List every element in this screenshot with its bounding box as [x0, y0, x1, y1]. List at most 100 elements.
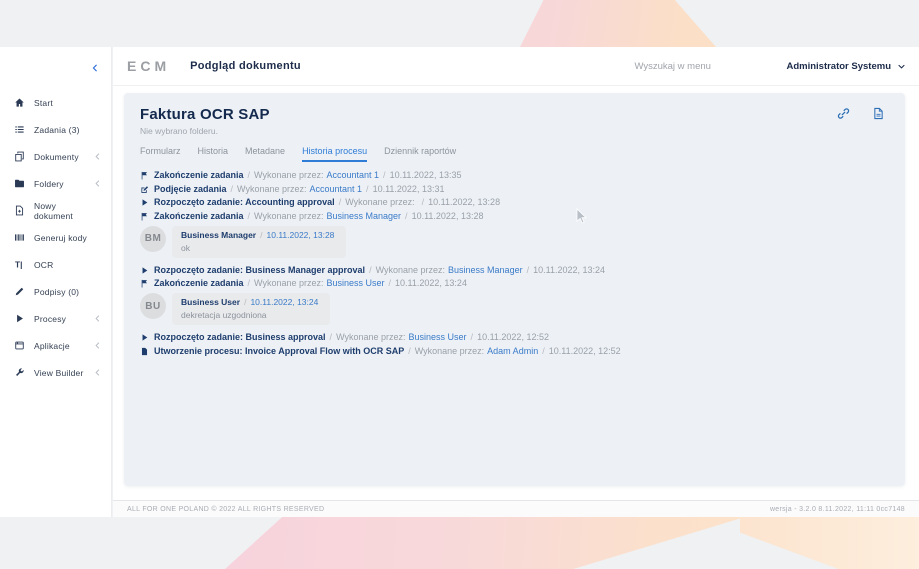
sidebar-item-podpisy[interactable]: Podpisy (0)	[0, 278, 111, 305]
performed-by-label: Wykonane przez:	[376, 266, 445, 275]
event-timestamp: 10.11.2022, 13:28	[412, 212, 484, 221]
event-timestamp: 10.11.2022, 13:31	[373, 185, 445, 194]
chevron-left-icon	[93, 314, 102, 323]
performed-by-label: Wykonane przez:	[254, 171, 323, 180]
tab-dziennik-raportow[interactable]: Dziennik raportów	[384, 146, 456, 162]
user-link[interactable]: Accountant 1	[310, 185, 363, 194]
main-content: Faktura OCR SAP Nie wybrano folderu. For…	[113, 86, 919, 517]
performed-by-label: Wykonane przez:	[237, 185, 306, 194]
event-timestamp: 10.11.2022, 12:52	[477, 333, 549, 342]
performed-by-label: Wykonane przez:	[336, 333, 405, 342]
comment-author: Business Manager	[181, 230, 256, 240]
comment-bubble: Business User / 10.11.2022, 13:24 dekret…	[172, 293, 330, 325]
document-tabs: Formularz Historia Metadane Historia pro…	[140, 146, 889, 162]
timeline-event: Rozpoczęto zadanie: Business approval / …	[140, 333, 889, 342]
comment-text: ok	[181, 243, 334, 253]
sidebar-item-procesy[interactable]: Procesy	[0, 305, 111, 332]
processes-icon	[14, 313, 25, 324]
sidebar-nav: Start Zadania (3) Dokumenty Foldery Nowy…	[0, 47, 111, 386]
performed-by-label: Wykonane przez:	[415, 347, 484, 356]
chevron-left-icon	[93, 179, 102, 188]
sidebar-item-foldery[interactable]: Foldery	[0, 170, 111, 197]
play-icon	[140, 198, 149, 207]
comment-author: Business User	[181, 297, 240, 307]
sidebar-item-aplikacje[interactable]: Aplikacje	[0, 332, 111, 359]
performed-by-label: Wykonane przez:	[254, 212, 323, 221]
link-icon[interactable]	[837, 107, 850, 120]
event-timestamp: 10.11.2022, 13:35	[390, 171, 462, 180]
document-card: Faktura OCR SAP Nie wybrano folderu. For…	[124, 93, 905, 486]
decorative-shape-bottom-peach	[740, 517, 919, 569]
user-link[interactable]: Business User	[409, 333, 467, 342]
avatar: BU	[140, 293, 166, 319]
document-title: Faktura OCR SAP	[140, 106, 889, 123]
play-icon	[140, 333, 149, 342]
footer: ALL FOR ONE POLAND © 2022 ALL RIGHTS RES…	[113, 500, 919, 517]
home-icon	[14, 97, 25, 108]
process-history-timeline: Zakończenie zadania / Wykonane przez: Ac…	[140, 171, 889, 356]
flag-icon	[140, 212, 149, 221]
edit-icon	[140, 185, 149, 194]
tab-formularz[interactable]: Formularz	[140, 146, 181, 162]
timeline-event: Rozpoczęto zadanie: Business Manager app…	[140, 266, 889, 275]
tasks-icon	[14, 124, 25, 135]
file-preview-icon[interactable]	[872, 107, 885, 120]
sidebar-collapse-button[interactable]	[90, 60, 102, 72]
chevron-left-icon	[93, 152, 102, 161]
top-header: ECM Podgląd dokumentu Administrator Syst…	[113, 47, 919, 86]
document-subtitle: Nie wybrano folderu.	[140, 126, 889, 136]
footer-version: wersja - 3.2.0 8.11.2022, 11:11 0cc7148	[770, 506, 905, 513]
timeline-event: Zakończenie zadania / Wykonane przez: Bu…	[140, 279, 889, 288]
comment-bubble: Business Manager / 10.11.2022, 13:28 ok	[172, 226, 346, 258]
timeline-event: Podjęcie zadania / Wykonane przez: Accou…	[140, 185, 889, 194]
user-link[interactable]: Business User	[327, 279, 385, 288]
footer-copyright: ALL FOR ONE POLAND © 2022 ALL RIGHTS RES…	[127, 506, 324, 513]
sidebar-item-ocr[interactable]: T| OCR	[0, 251, 111, 278]
timeline-event: Rozpoczęto zadanie: Accounting approval …	[140, 198, 889, 207]
decorative-triangle-top	[520, 0, 716, 47]
comment-timestamp: 10.11.2022, 13:28	[267, 230, 335, 240]
sidebar-item-view-builder[interactable]: View Builder	[0, 359, 111, 386]
chevron-left-icon	[93, 368, 102, 377]
flag-icon	[140, 279, 149, 288]
folder-icon	[14, 178, 25, 189]
comment-text: dekretacja uzgodniona	[181, 310, 318, 320]
app-root: Start Zadania (3) Dokumenty Foldery Nowy…	[0, 0, 919, 569]
user-link[interactable]: Accountant 1	[327, 171, 380, 180]
tab-historia-procesu[interactable]: Historia procesu	[302, 146, 367, 162]
user-link[interactable]: Adam Admin	[487, 347, 538, 356]
flag-icon	[140, 171, 149, 180]
user-link[interactable]: Business Manager	[327, 212, 402, 221]
sidebar-item-start[interactable]: Start	[0, 89, 111, 116]
sidebar: Start Zadania (3) Dokumenty Foldery Nowy…	[0, 47, 112, 517]
tab-metadane[interactable]: Metadane	[245, 146, 285, 162]
sidebar-item-generuj-kody[interactable]: Generuj kody	[0, 224, 111, 251]
documents-icon	[14, 151, 25, 162]
tab-historia[interactable]: Historia	[198, 146, 229, 162]
chevron-down-icon	[897, 62, 906, 71]
user-menu[interactable]: Administrator Systemu	[786, 61, 906, 72]
wrench-icon	[14, 367, 25, 378]
sidebar-item-dokumenty[interactable]: Dokumenty	[0, 143, 111, 170]
chevron-left-icon	[93, 341, 102, 350]
performed-by-label: Wykonane przez:	[345, 198, 414, 207]
barcode-icon	[14, 232, 25, 243]
event-timestamp: 10.11.2022, 13:28	[428, 198, 500, 207]
performed-by-label: Wykonane przez:	[254, 279, 323, 288]
sidebar-item-nowy-dokument[interactable]: Nowy dokument	[0, 197, 111, 224]
timeline-event: Zakończenie zadania / Wykonane przez: Ac…	[140, 171, 889, 180]
new-document-icon	[14, 205, 25, 216]
comment-timestamp: 10.11.2022, 13:24	[250, 297, 318, 307]
menu-search-input[interactable]	[634, 61, 726, 72]
decorative-shape-bottom-pink	[225, 517, 745, 569]
user-name: Administrator Systemu	[786, 61, 891, 72]
app-logo: ECM	[127, 58, 170, 74]
file-icon	[140, 347, 149, 356]
avatar: BM	[140, 226, 166, 252]
ocr-icon: T|	[14, 259, 25, 270]
svg-text:T|: T|	[15, 261, 22, 270]
user-link[interactable]: Business Manager	[448, 266, 523, 275]
timeline-comment: BU Business User / 10.11.2022, 13:24 dek…	[140, 293, 889, 325]
sidebar-item-zadania[interactable]: Zadania (3)	[0, 116, 111, 143]
timeline-comment: BM Business Manager / 10.11.2022, 13:28 …	[140, 226, 889, 258]
